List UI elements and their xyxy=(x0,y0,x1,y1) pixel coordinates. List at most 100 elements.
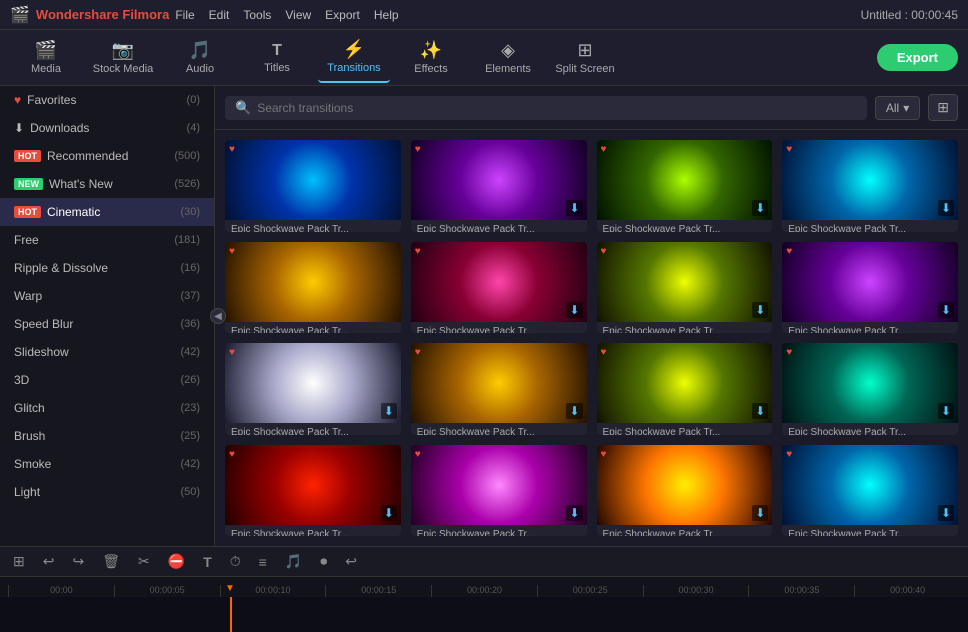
timeline-playhead[interactable] xyxy=(230,597,232,632)
timeline-track[interactable] xyxy=(0,597,968,632)
sidebar-item-brush[interactable]: Brush (25) xyxy=(0,422,214,450)
sidebar-item-light[interactable]: Light (50) xyxy=(0,478,214,506)
sidebar-item-speed-blur[interactable]: Speed Blur (36) xyxy=(0,310,214,338)
filter-label: All xyxy=(886,101,899,115)
transition-premium-badge: ♥ xyxy=(229,246,235,257)
title-bar-left: 🎬 Wondershare Filmora File Edit Tools Vi… xyxy=(10,5,399,25)
timeline-btn-record[interactable]: ⏺ xyxy=(315,551,332,572)
timeline-btn-undo[interactable]: ↩ xyxy=(38,551,60,572)
timeline-btn-text[interactable]: T xyxy=(198,552,217,572)
timeline-btn-back[interactable]: ↩ xyxy=(340,551,362,572)
transition-card[interactable]: ♥⬇Epic Shockwave Pack Tr... xyxy=(411,242,587,334)
timeline-btn-mute[interactable]: ⛔ xyxy=(163,551,190,572)
sidebar-item-slideshow[interactable]: Slideshow (42) xyxy=(0,338,214,366)
timeline-btn-audio[interactable]: 🎵 xyxy=(280,551,307,572)
ruler-mark: 00:00 xyxy=(8,585,114,597)
transition-card[interactable]: ♥Epic Shockwave Pack Tr... xyxy=(225,140,401,232)
transition-card[interactable]: ♥⬇Epic Shockwave Pack Tr... xyxy=(411,343,587,435)
transition-thumb-inner: ♥⬇ xyxy=(411,445,587,525)
transition-thumb: ♥⬇ xyxy=(597,343,773,423)
sidebar-item-favorites[interactable]: ♥ Favorites (0) xyxy=(0,86,214,114)
toolbar-stock-label: Stock Media xyxy=(93,63,154,75)
sidebar-item-warp[interactable]: Warp (37) xyxy=(0,282,214,310)
toolbar-stock-media[interactable]: 📷 Stock Media xyxy=(87,33,159,83)
transition-download-icon[interactable]: ⬇ xyxy=(752,505,768,521)
sidebar-item-cinematic[interactable]: HOT Cinematic (30) xyxy=(0,198,214,226)
transition-premium-badge: ♥ xyxy=(415,246,421,257)
ruler-mark: 00:00:20 xyxy=(431,585,537,597)
menu-file[interactable]: File xyxy=(175,8,194,22)
transition-thumb: ♥⬇ xyxy=(597,242,773,322)
transition-card[interactable]: ♥⬇Epic Shockwave Pack Tr... xyxy=(225,445,401,537)
menu-view[interactable]: View xyxy=(285,8,311,22)
transition-card[interactable]: ♥Epic Shockwave Pack Tr... xyxy=(225,242,401,334)
transition-download-icon[interactable]: ⬇ xyxy=(938,505,954,521)
timeline-btn-time[interactable]: ⏱ xyxy=(225,551,246,572)
transition-download-icon[interactable]: ⬇ xyxy=(381,403,397,419)
transition-download-icon[interactable]: ⬇ xyxy=(938,403,954,419)
sidebar-item-glitch[interactable]: Glitch (23) xyxy=(0,394,214,422)
toolbar-transitions[interactable]: ⚡ Transitions xyxy=(318,33,390,83)
timeline-btn-delete[interactable]: 🗑 xyxy=(97,551,125,572)
transition-download-icon[interactable]: ⬇ xyxy=(752,302,768,318)
transition-download-icon[interactable]: ⬇ xyxy=(752,200,768,216)
transition-card[interactable]: ♥⬇Epic Shockwave Pack Tr... xyxy=(597,140,773,232)
toolbar-audio[interactable]: 🎵 Audio xyxy=(164,33,236,83)
menu-help[interactable]: Help xyxy=(374,8,399,22)
transition-card[interactable]: ♥⬇Epic Shockwave Pack Tr... xyxy=(597,343,773,435)
transition-card[interactable]: ♥⬇Epic Shockwave Pack Tr... xyxy=(411,445,587,537)
menu-export[interactable]: Export xyxy=(325,8,360,22)
export-button[interactable]: Export xyxy=(877,44,958,71)
transition-download-icon[interactable]: ⬇ xyxy=(381,505,397,521)
toolbar-transitions-label: Transitions xyxy=(327,62,380,74)
sidebar-label-speed-blur: Speed Blur xyxy=(14,317,73,331)
transition-card[interactable]: ♥⬇Epic Shockwave Pack Tr... xyxy=(225,343,401,435)
transition-download-icon[interactable]: ⬇ xyxy=(566,200,582,216)
transition-download-icon[interactable]: ⬇ xyxy=(566,302,582,318)
transition-card[interactable]: ♥⬇Epic Shockwave Pack Tr... xyxy=(782,343,958,435)
transition-download-icon[interactable]: ⬇ xyxy=(938,302,954,318)
light-count: (50) xyxy=(180,486,200,498)
toolbar-split-screen[interactable]: ⊞ Split Screen xyxy=(549,33,621,83)
transition-card[interactable]: ♥⬇Epic Shockwave Pack Tr... xyxy=(597,445,773,537)
search-input-wrap[interactable]: 🔍 xyxy=(225,96,867,120)
transition-thumb-inner: ♥⬇ xyxy=(597,140,773,220)
sidebar-item-ripple-dissolve[interactable]: Ripple & Dissolve (16) xyxy=(0,254,214,282)
sidebar-item-3d[interactable]: 3D (26) xyxy=(0,366,214,394)
timeline-btn-cut[interactable]: ✂ xyxy=(133,551,155,572)
sidebar-collapse-btn[interactable]: ◀ xyxy=(210,308,226,324)
toolbar-titles[interactable]: T Titles xyxy=(241,33,313,83)
transition-card[interactable]: ♥⬇Epic Shockwave Pack Tr... xyxy=(782,140,958,232)
grid-view-btn[interactable]: ⊞ xyxy=(928,94,958,121)
menu-tools[interactable]: Tools xyxy=(243,8,271,22)
sidebar-item-recommended[interactable]: HOT Recommended (500) xyxy=(0,142,214,170)
transition-thumb: ♥⬇ xyxy=(411,445,587,525)
sidebar-item-downloads[interactable]: ⬇ Downloads (4) xyxy=(0,114,214,142)
transition-download-icon[interactable]: ⬇ xyxy=(566,505,582,521)
transition-card[interactable]: ♥⬇Epic Shockwave Pack Tr... xyxy=(782,242,958,334)
menu-edit[interactable]: Edit xyxy=(209,8,230,22)
toolbar-media[interactable]: 🎬 Media xyxy=(10,33,82,83)
sidebar-item-whats-new[interactable]: NEW What's New (526) xyxy=(0,170,214,198)
transition-card[interactable]: ♥⬇Epic Shockwave Pack Tr... xyxy=(597,242,773,334)
transition-download-icon[interactable]: ⬇ xyxy=(752,403,768,419)
ruler-mark: 00:00:40 xyxy=(854,585,960,597)
sidebar-item-free[interactable]: Free (181) xyxy=(0,226,214,254)
transition-card[interactable]: ♥⬇Epic Shockwave Pack Tr... xyxy=(411,140,587,232)
toolbar-effects[interactable]: ✨ Effects xyxy=(395,33,467,83)
timeline-btn-grid[interactable]: ⊞ xyxy=(8,551,30,572)
sidebar-label-whats-new: What's New xyxy=(49,177,113,191)
timeline-btn-redo[interactable]: ↪ xyxy=(67,551,89,572)
timeline-btn-settings[interactable]: ≡ xyxy=(254,552,272,572)
sidebar-item-smoke[interactable]: Smoke (42) xyxy=(0,450,214,478)
transition-label: Epic Shockwave Pack Tr... xyxy=(411,423,587,435)
transition-download-icon[interactable]: ⬇ xyxy=(938,200,954,216)
transition-download-icon[interactable]: ⬇ xyxy=(566,403,582,419)
ruler-mark: 00:00:35 xyxy=(748,585,854,597)
transition-card[interactable]: ♥⬇Epic Shockwave Pack Tr... xyxy=(782,445,958,537)
main-layout: ♥ Favorites (0) ⬇ Downloads (4) HOT Reco… xyxy=(0,86,968,546)
search-input[interactable] xyxy=(257,101,857,115)
toolbar-elements[interactable]: ◈ Elements xyxy=(472,33,544,83)
filter-dropdown[interactable]: All ▾ xyxy=(875,96,920,120)
transition-thumb: ♥⬇ xyxy=(597,140,773,220)
